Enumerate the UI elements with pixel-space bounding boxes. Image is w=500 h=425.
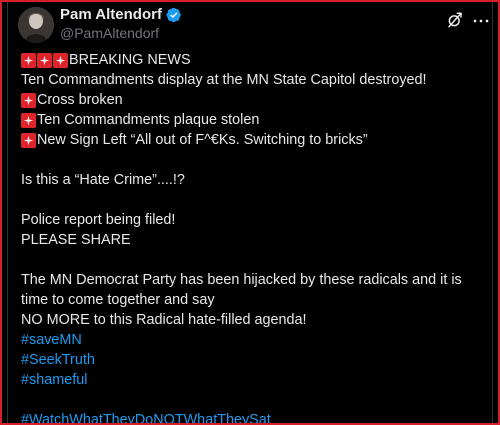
more-icon[interactable] — [472, 12, 490, 30]
police-siren-icon — [21, 92, 36, 108]
paragraph-text: NO MORE to this Radical hate-filled agen… — [21, 312, 307, 328]
post-line-2: Ten Commandments display at the MN State… — [21, 70, 487, 90]
author-name-row: Pam Altendorf — [60, 6, 182, 23]
police-siren-icon — [21, 112, 36, 128]
post-card: Pam Altendorf @PamAltendorf BREAKING NEW — [7, 2, 493, 423]
post-line-10: NO MORE to this Radical hate-filled agen… — [21, 310, 487, 330]
police-report-text: Police report being filed! — [21, 212, 176, 228]
bullet-text: New Sign Left “All out of F^€Ks. Switchi… — [37, 132, 368, 148]
author-handle[interactable]: @PamAltendorf — [60, 25, 159, 41]
breaking-news-text: BREAKING NEWS — [69, 52, 191, 68]
bullet-text: Cross broken — [37, 92, 123, 108]
post-line-8: PLEASE SHARE — [21, 230, 487, 250]
paragraph-text: The MN Democrat Party has been hijacked … — [21, 272, 462, 308]
police-siren-icon — [21, 132, 36, 148]
bullet-text: Ten Commandments plaque stolen — [37, 112, 260, 128]
hashtag-link[interactable]: #saveMN — [21, 330, 487, 350]
author-name[interactable]: Pam Altendorf — [60, 6, 162, 23]
post-line-9: The MN Democrat Party has been hijacked … — [21, 270, 487, 310]
please-share-text: PLEASE SHARE — [21, 232, 131, 248]
police-siren-icon — [21, 52, 36, 68]
post-line-6: Is this a “Hate Crime”....!? — [21, 170, 487, 190]
grok-icon[interactable] — [446, 11, 464, 29]
post-line-7: Police report being filed! — [21, 210, 487, 230]
post-line-4: Ten Commandments plaque stolen — [21, 110, 487, 130]
hashtag-link[interactable]: #shameful — [21, 370, 487, 390]
question-text: Is this a “Hate Crime”....!? — [21, 172, 185, 188]
post-line-5: New Sign Left “All out of F^€Ks. Switchi… — [21, 130, 487, 150]
hashtag-link[interactable]: #WatchWhatTheyDoNOTWhatTheySat — [21, 410, 487, 423]
avatar[interactable] — [18, 7, 54, 43]
avatar-image — [18, 7, 54, 43]
post-text: BREAKING NEWS Ten Commandments display a… — [21, 50, 487, 423]
post-line-3: Cross broken — [21, 90, 487, 110]
police-siren-icon — [53, 52, 68, 68]
hashtag-link[interactable]: #SeekTruth — [21, 350, 487, 370]
screenshot-frame: Pam Altendorf @PamAltendorf BREAKING NEW — [0, 0, 500, 425]
headline-text: Ten Commandments display at the MN State… — [21, 72, 427, 88]
post-line-1: BREAKING NEWS — [21, 50, 487, 70]
police-siren-icon — [37, 52, 52, 68]
verified-badge-icon — [166, 7, 181, 22]
